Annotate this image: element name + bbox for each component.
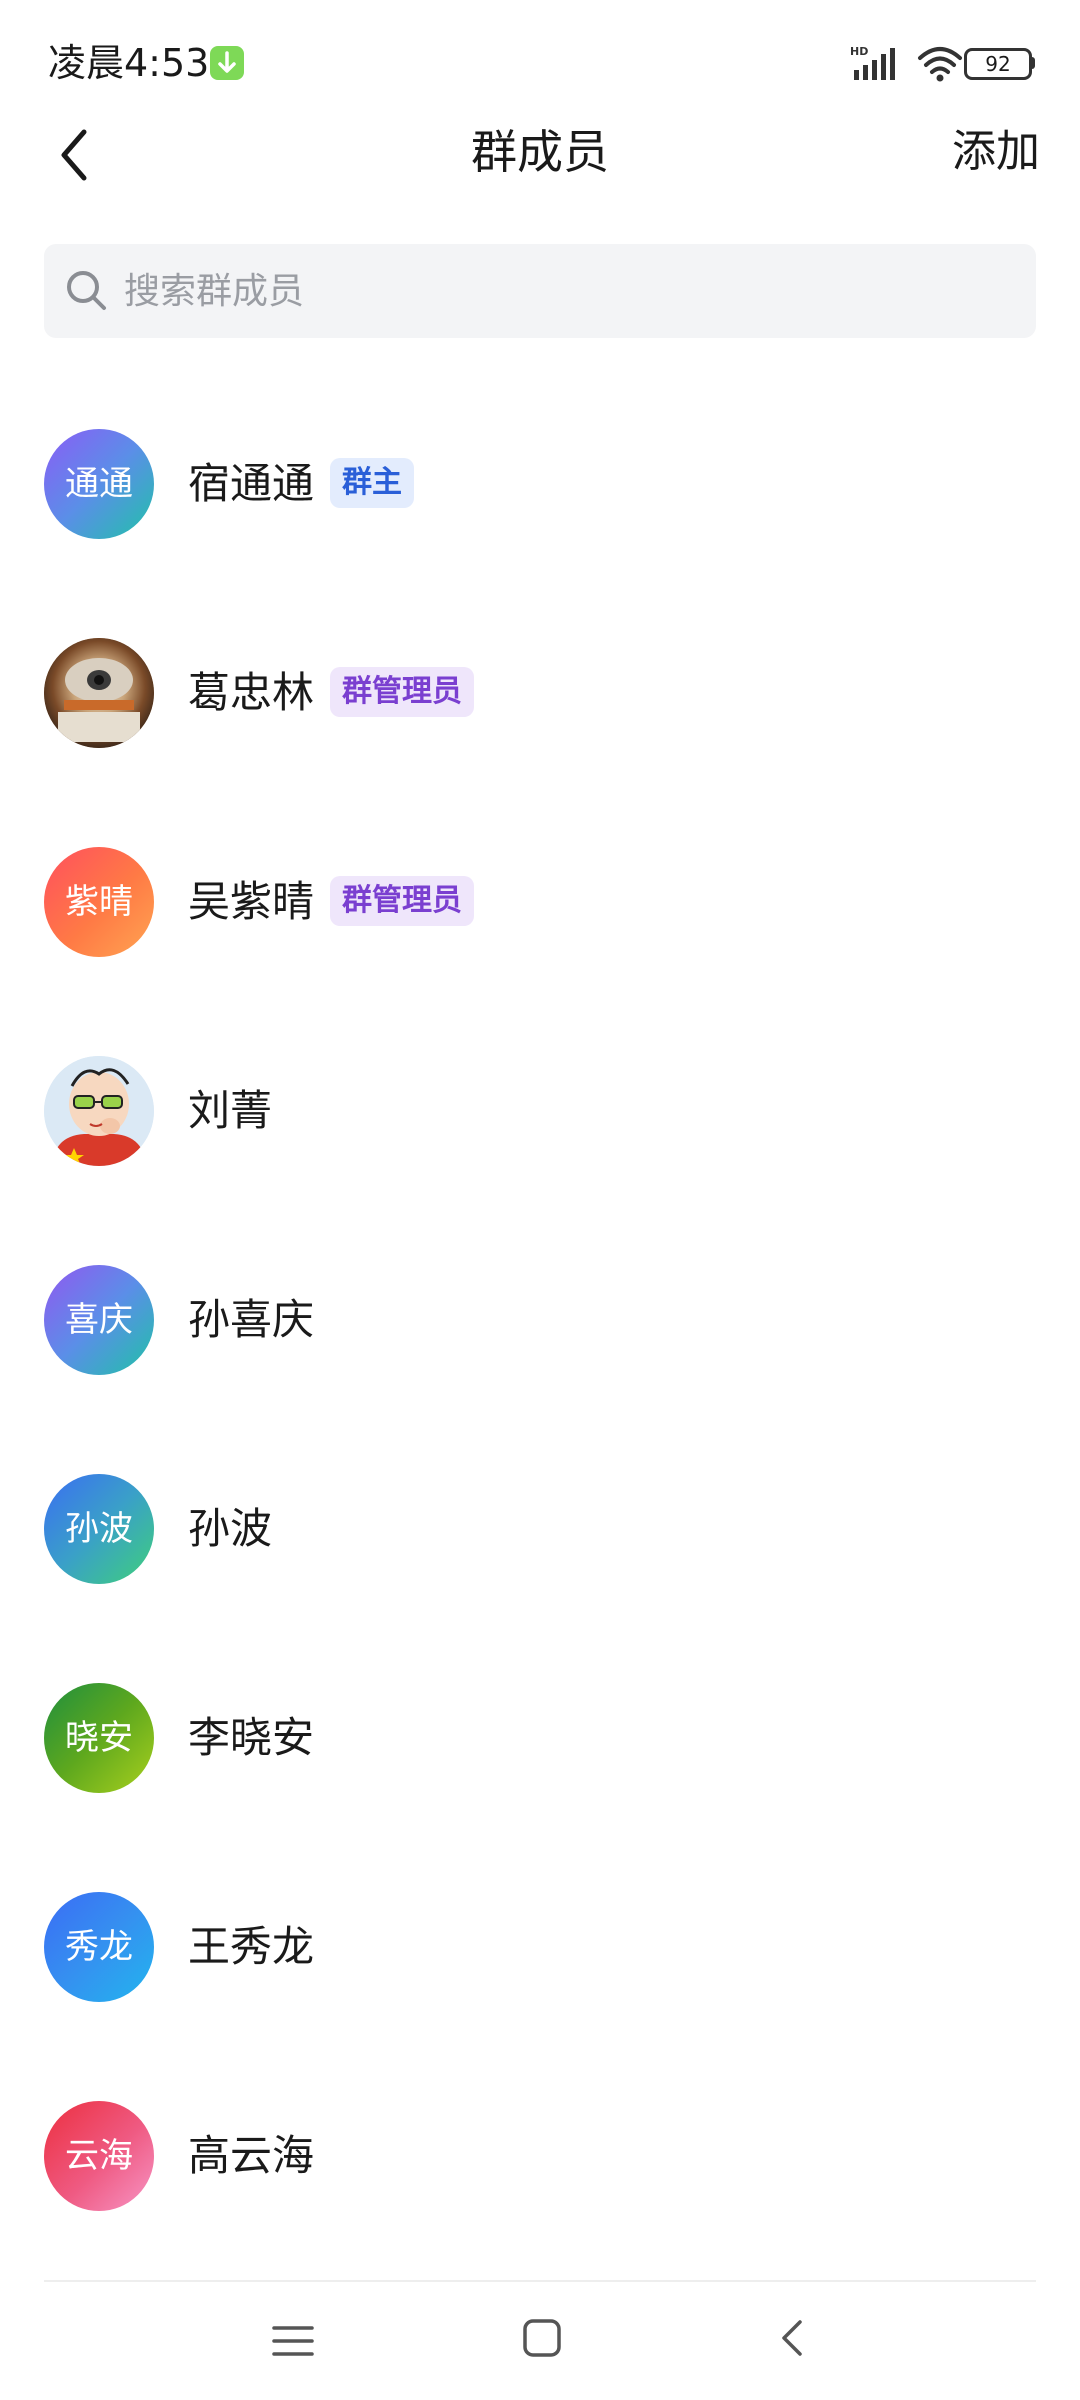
member-list: 通通 宿通通 群主 葛忠林 群管理员 紫晴 吴紫晴 群管理员 刘菁 喜庆 孙喜庆… — [0, 380, 1080, 2261]
member-name-text: 吴紫晴 — [188, 877, 315, 926]
search-box[interactable] — [44, 244, 1036, 338]
member-row[interactable]: 晓安 李晓安 — [0, 1634, 1080, 1843]
member-row[interactable]: 秀龙 王秀龙 — [0, 1843, 1080, 2052]
member-name: 吴紫晴 群管理员 — [188, 874, 475, 930]
add-member-button[interactable]: 添加 — [952, 122, 1040, 182]
avatar[interactable]: 通通 — [44, 429, 154, 539]
member-name-text: 孙波 — [188, 1504, 273, 1553]
cartoon-face-avatar-icon — [44, 1056, 154, 1166]
menu-lines-icon — [272, 2326, 314, 2356]
square-icon — [523, 2319, 561, 2357]
member-row[interactable]: 紫晴 吴紫晴 群管理员 — [0, 798, 1080, 1007]
avatar-photo[interactable] — [44, 638, 154, 748]
header: 群成员 添加 — [0, 110, 1080, 200]
wifi-icon — [916, 44, 964, 88]
owner-badge: 群主 — [330, 457, 415, 508]
admin-badge: 群管理员 — [330, 666, 475, 717]
member-row[interactable]: 刘菁 — [0, 1007, 1080, 1216]
avatar[interactable]: 晓安 — [44, 1683, 154, 1793]
robot-avatar-icon — [44, 638, 154, 748]
member-row[interactable]: 云海 高云海 — [0, 2052, 1080, 2261]
nav-back-button[interactable] — [772, 2316, 816, 2364]
member-name: 高云海 — [188, 2128, 314, 2184]
signal-hd-label: HD — [850, 45, 868, 58]
member-name: 孙喜庆 — [188, 1292, 314, 1348]
avatar[interactable]: 喜庆 — [44, 1265, 154, 1375]
status-time: 凌晨4:53 — [48, 41, 210, 85]
member-name-text: 高云海 — [188, 2131, 315, 2180]
download-notification-icon — [210, 46, 244, 80]
avatar-photo[interactable] — [44, 1056, 154, 1166]
member-name: 王秀龙 — [188, 1919, 314, 1975]
member-name-text: 宿通通 — [188, 459, 315, 508]
member-name-text: 孙喜庆 — [188, 1295, 315, 1344]
member-name: 葛忠林 群管理员 — [188, 665, 475, 721]
nav-home-button[interactable] — [520, 2316, 564, 2364]
chevron-left-icon — [782, 2320, 802, 2356]
avatar[interactable]: 紫晴 — [44, 847, 154, 957]
battery-indicator: 92 — [964, 48, 1032, 80]
avatar[interactable]: 云海 — [44, 2101, 154, 2211]
member-name-text: 葛忠林 — [188, 668, 315, 717]
member-name-text: 李晓安 — [188, 1713, 315, 1762]
search-input[interactable] — [124, 244, 1004, 338]
member-name-text: 王秀龙 — [188, 1922, 315, 1971]
page-title: 群成员 — [471, 125, 609, 179]
member-name: 李晓安 — [188, 1710, 314, 1766]
nav-menu-button[interactable] — [270, 2318, 316, 2368]
member-name: 宿通通 群主 — [188, 456, 415, 512]
member-row[interactable]: 喜庆 孙喜庆 — [0, 1216, 1080, 1425]
member-name: 孙波 — [188, 1501, 272, 1557]
member-row[interactable]: 孙波 孙波 — [0, 1425, 1080, 1634]
member-row[interactable]: 通通 宿通通 群主 — [0, 380, 1080, 589]
admin-badge: 群管理员 — [330, 875, 475, 926]
cellular-signal-icon: HD — [850, 44, 906, 88]
system-nav-bar — [0, 2282, 1080, 2400]
member-name: 刘菁 — [188, 1083, 272, 1139]
avatar[interactable]: 孙波 — [44, 1474, 154, 1584]
search-icon — [64, 268, 110, 318]
member-name-text: 刘菁 — [188, 1086, 273, 1135]
avatar[interactable]: 秀龙 — [44, 1892, 154, 2002]
battery-tip — [1030, 57, 1035, 69]
member-row[interactable]: 葛忠林 群管理员 — [0, 589, 1080, 798]
